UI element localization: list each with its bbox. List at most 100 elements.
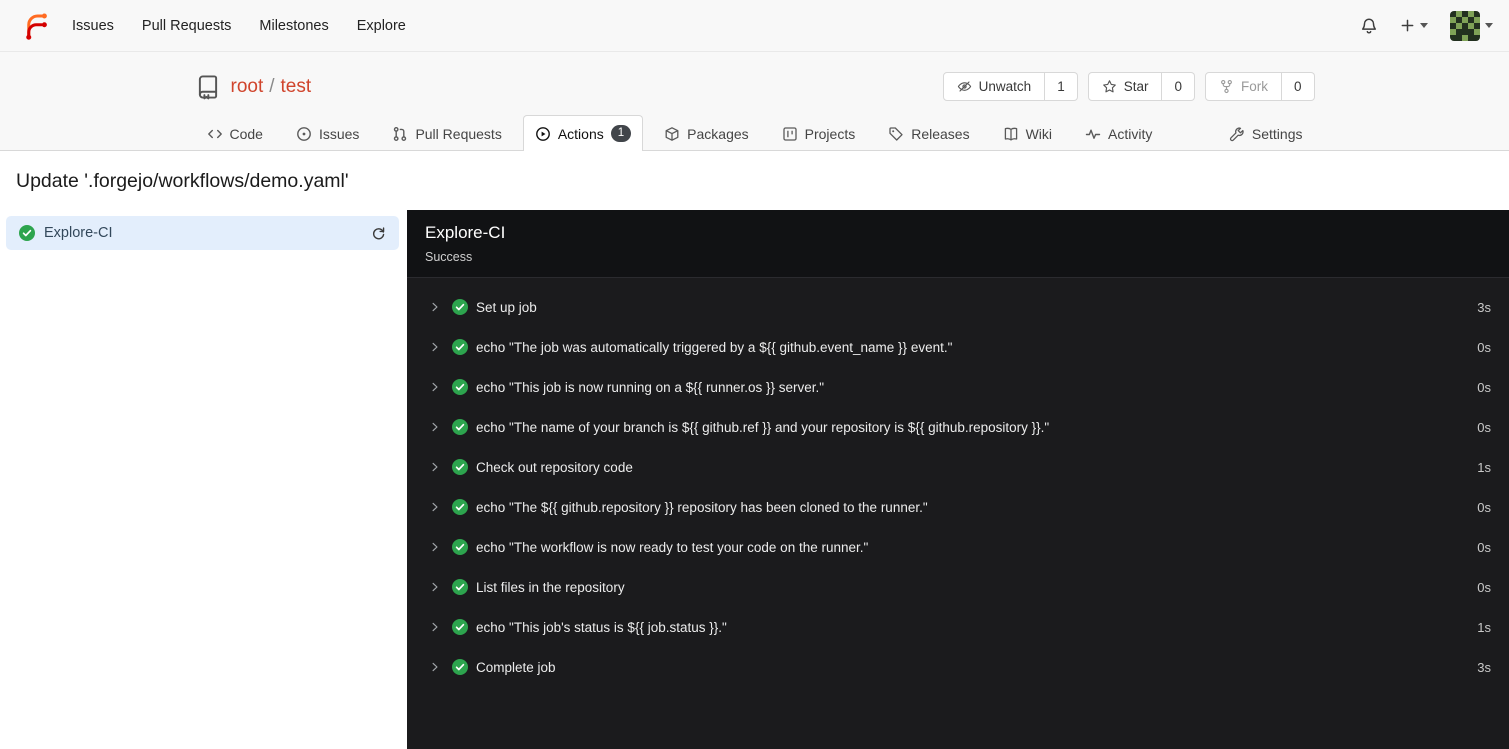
- chevron-right-icon[interactable]: [429, 501, 441, 513]
- unwatch-label: Unwatch: [978, 79, 1032, 94]
- step-success-icon: [452, 619, 468, 635]
- tab-releases[interactable]: Releases: [876, 116, 981, 151]
- tab-label: Projects: [804, 126, 856, 142]
- chevron-down-icon: [1485, 23, 1493, 28]
- wrench-icon: [1229, 126, 1245, 142]
- nav-issues[interactable]: Issues: [58, 10, 128, 42]
- step-duration: 0s: [1477, 379, 1491, 395]
- notifications-bell-icon[interactable]: [1360, 17, 1378, 35]
- nav-explore[interactable]: Explore: [343, 10, 420, 42]
- chevron-right-icon[interactable]: [429, 661, 441, 673]
- step-success-icon: [452, 499, 468, 515]
- step-duration: 1s: [1477, 619, 1491, 635]
- step-name: echo "This job is now running on a ${{ r…: [476, 379, 825, 395]
- repo-action-buttons: Unwatch 1 Star 0 Fork 0: [942, 72, 1315, 101]
- tab-activity[interactable]: Activity: [1073, 116, 1164, 151]
- star-button[interactable]: Star: [1087, 72, 1163, 101]
- chevron-right-icon[interactable]: [429, 341, 441, 353]
- create-new-button[interactable]: [1400, 18, 1428, 33]
- tab-label: Settings: [1251, 126, 1303, 142]
- rerun-job-icon[interactable]: [371, 226, 386, 241]
- step-row[interactable]: echo "The workflow is now ready to test …: [407, 527, 1509, 567]
- step-duration: 0s: [1477, 579, 1491, 595]
- job-item-explore-ci[interactable]: Explore-CI: [6, 216, 399, 250]
- repo-owner-link[interactable]: root: [231, 76, 264, 98]
- repo-icon: [195, 74, 221, 100]
- chevron-right-icon[interactable]: [429, 381, 441, 393]
- step-duration: 0s: [1477, 339, 1491, 355]
- step-name: Complete job: [476, 659, 556, 675]
- step-name: List files in the repository: [476, 579, 625, 595]
- step-row[interactable]: echo "This job is now running on a ${{ r…: [407, 367, 1509, 407]
- step-row[interactable]: echo "This job's status is ${{ job.statu…: [407, 607, 1509, 647]
- tab-label: Releases: [911, 126, 970, 142]
- step-name: echo "The ${{ github.repository }} repos…: [476, 499, 928, 515]
- star-icon: [1102, 79, 1117, 94]
- stars-count[interactable]: 0: [1162, 72, 1195, 101]
- code-icon: [207, 126, 223, 142]
- chevron-right-icon[interactable]: [429, 461, 441, 473]
- tab-actions[interactable]: Actions 1: [522, 115, 644, 151]
- job-success-icon: [19, 225, 35, 241]
- pull-request-icon: [392, 126, 408, 142]
- forks-count[interactable]: 0: [1281, 72, 1315, 101]
- chevron-right-icon[interactable]: [429, 301, 441, 313]
- watchers-count[interactable]: 1: [1045, 72, 1078, 101]
- tab-issues[interactable]: Issues: [284, 116, 371, 151]
- step-success-icon: [452, 339, 468, 355]
- chevron-right-icon[interactable]: [429, 621, 441, 633]
- step-row[interactable]: Complete job 3s: [407, 647, 1509, 687]
- tab-wiki[interactable]: Wiki: [991, 116, 1064, 151]
- repo-name-link[interactable]: test: [281, 76, 312, 98]
- tab-pull-requests[interactable]: Pull Requests: [380, 116, 513, 151]
- step-row[interactable]: List files in the repository 0s: [407, 567, 1509, 607]
- avatar: [1450, 10, 1480, 41]
- nav-milestones[interactable]: Milestones: [245, 10, 342, 42]
- breadcrumb-separator: /: [269, 75, 275, 97]
- navbar-right: [1360, 10, 1493, 41]
- chevron-right-icon[interactable]: [429, 581, 441, 593]
- step-row[interactable]: echo "The job was automatically triggere…: [407, 327, 1509, 367]
- pulse-icon: [1085, 126, 1101, 142]
- star-button-group: Star 0: [1087, 72, 1195, 101]
- eye-slash-icon: [957, 79, 972, 94]
- star-label: Star: [1123, 79, 1149, 94]
- book-icon: [1003, 126, 1019, 142]
- job-log-panel: Explore-CI Success Set up job 3s echo "The…: [407, 210, 1509, 749]
- user-menu[interactable]: [1450, 10, 1493, 41]
- step-row[interactable]: Check out repository code 1s: [407, 447, 1509, 487]
- jobs-sidebar: Explore-CI: [0, 210, 407, 749]
- step-name: echo "The name of your branch is ${{ git…: [476, 419, 1050, 435]
- fork-button[interactable]: Fork: [1204, 72, 1282, 101]
- step-row[interactable]: echo "The name of your branch is ${{ git…: [407, 407, 1509, 447]
- tab-label: Packages: [687, 126, 749, 142]
- tab-packages[interactable]: Packages: [652, 116, 760, 151]
- actions-count-badge: 1: [610, 125, 632, 142]
- step-name: Set up job: [476, 299, 537, 315]
- step-row[interactable]: Set up job 3s: [407, 287, 1509, 327]
- job-status-text: Success: [425, 250, 473, 264]
- job-log-header: Explore-CI Success: [407, 210, 1509, 278]
- tab-label: Code: [229, 126, 263, 142]
- tab-settings[interactable]: Settings: [1217, 116, 1315, 151]
- nav-pull-requests[interactable]: Pull Requests: [128, 10, 245, 42]
- watch-button-group: Unwatch 1: [942, 72, 1078, 101]
- fork-icon: [1219, 79, 1234, 94]
- steps-list: Set up job 3s echo "The job was automatica…: [407, 278, 1509, 696]
- step-name: echo "This job's status is ${{ job.statu…: [476, 619, 727, 635]
- tab-label: Activity: [1108, 126, 1153, 142]
- chevron-right-icon[interactable]: [429, 541, 441, 553]
- step-duration: 0s: [1477, 419, 1491, 435]
- tab-projects[interactable]: Projects: [770, 116, 868, 151]
- chevron-right-icon[interactable]: [429, 421, 441, 433]
- forgejo-actions-page: Issues Pull Requests Milestones Explore: [0, 0, 1509, 749]
- step-row[interactable]: echo "The ${{ github.repository }} repos…: [407, 487, 1509, 527]
- tab-label: Issues: [318, 126, 360, 142]
- tag-icon: [888, 126, 904, 142]
- forgejo-logo-icon[interactable]: [20, 11, 50, 41]
- tab-code[interactable]: Code: [195, 116, 275, 151]
- run-layout: Explore-CI Explore-CI Success Set up job…: [0, 210, 1509, 749]
- step-duration: 3s: [1477, 659, 1491, 675]
- unwatch-button[interactable]: Unwatch: [942, 72, 1046, 101]
- step-success-icon: [452, 299, 468, 315]
